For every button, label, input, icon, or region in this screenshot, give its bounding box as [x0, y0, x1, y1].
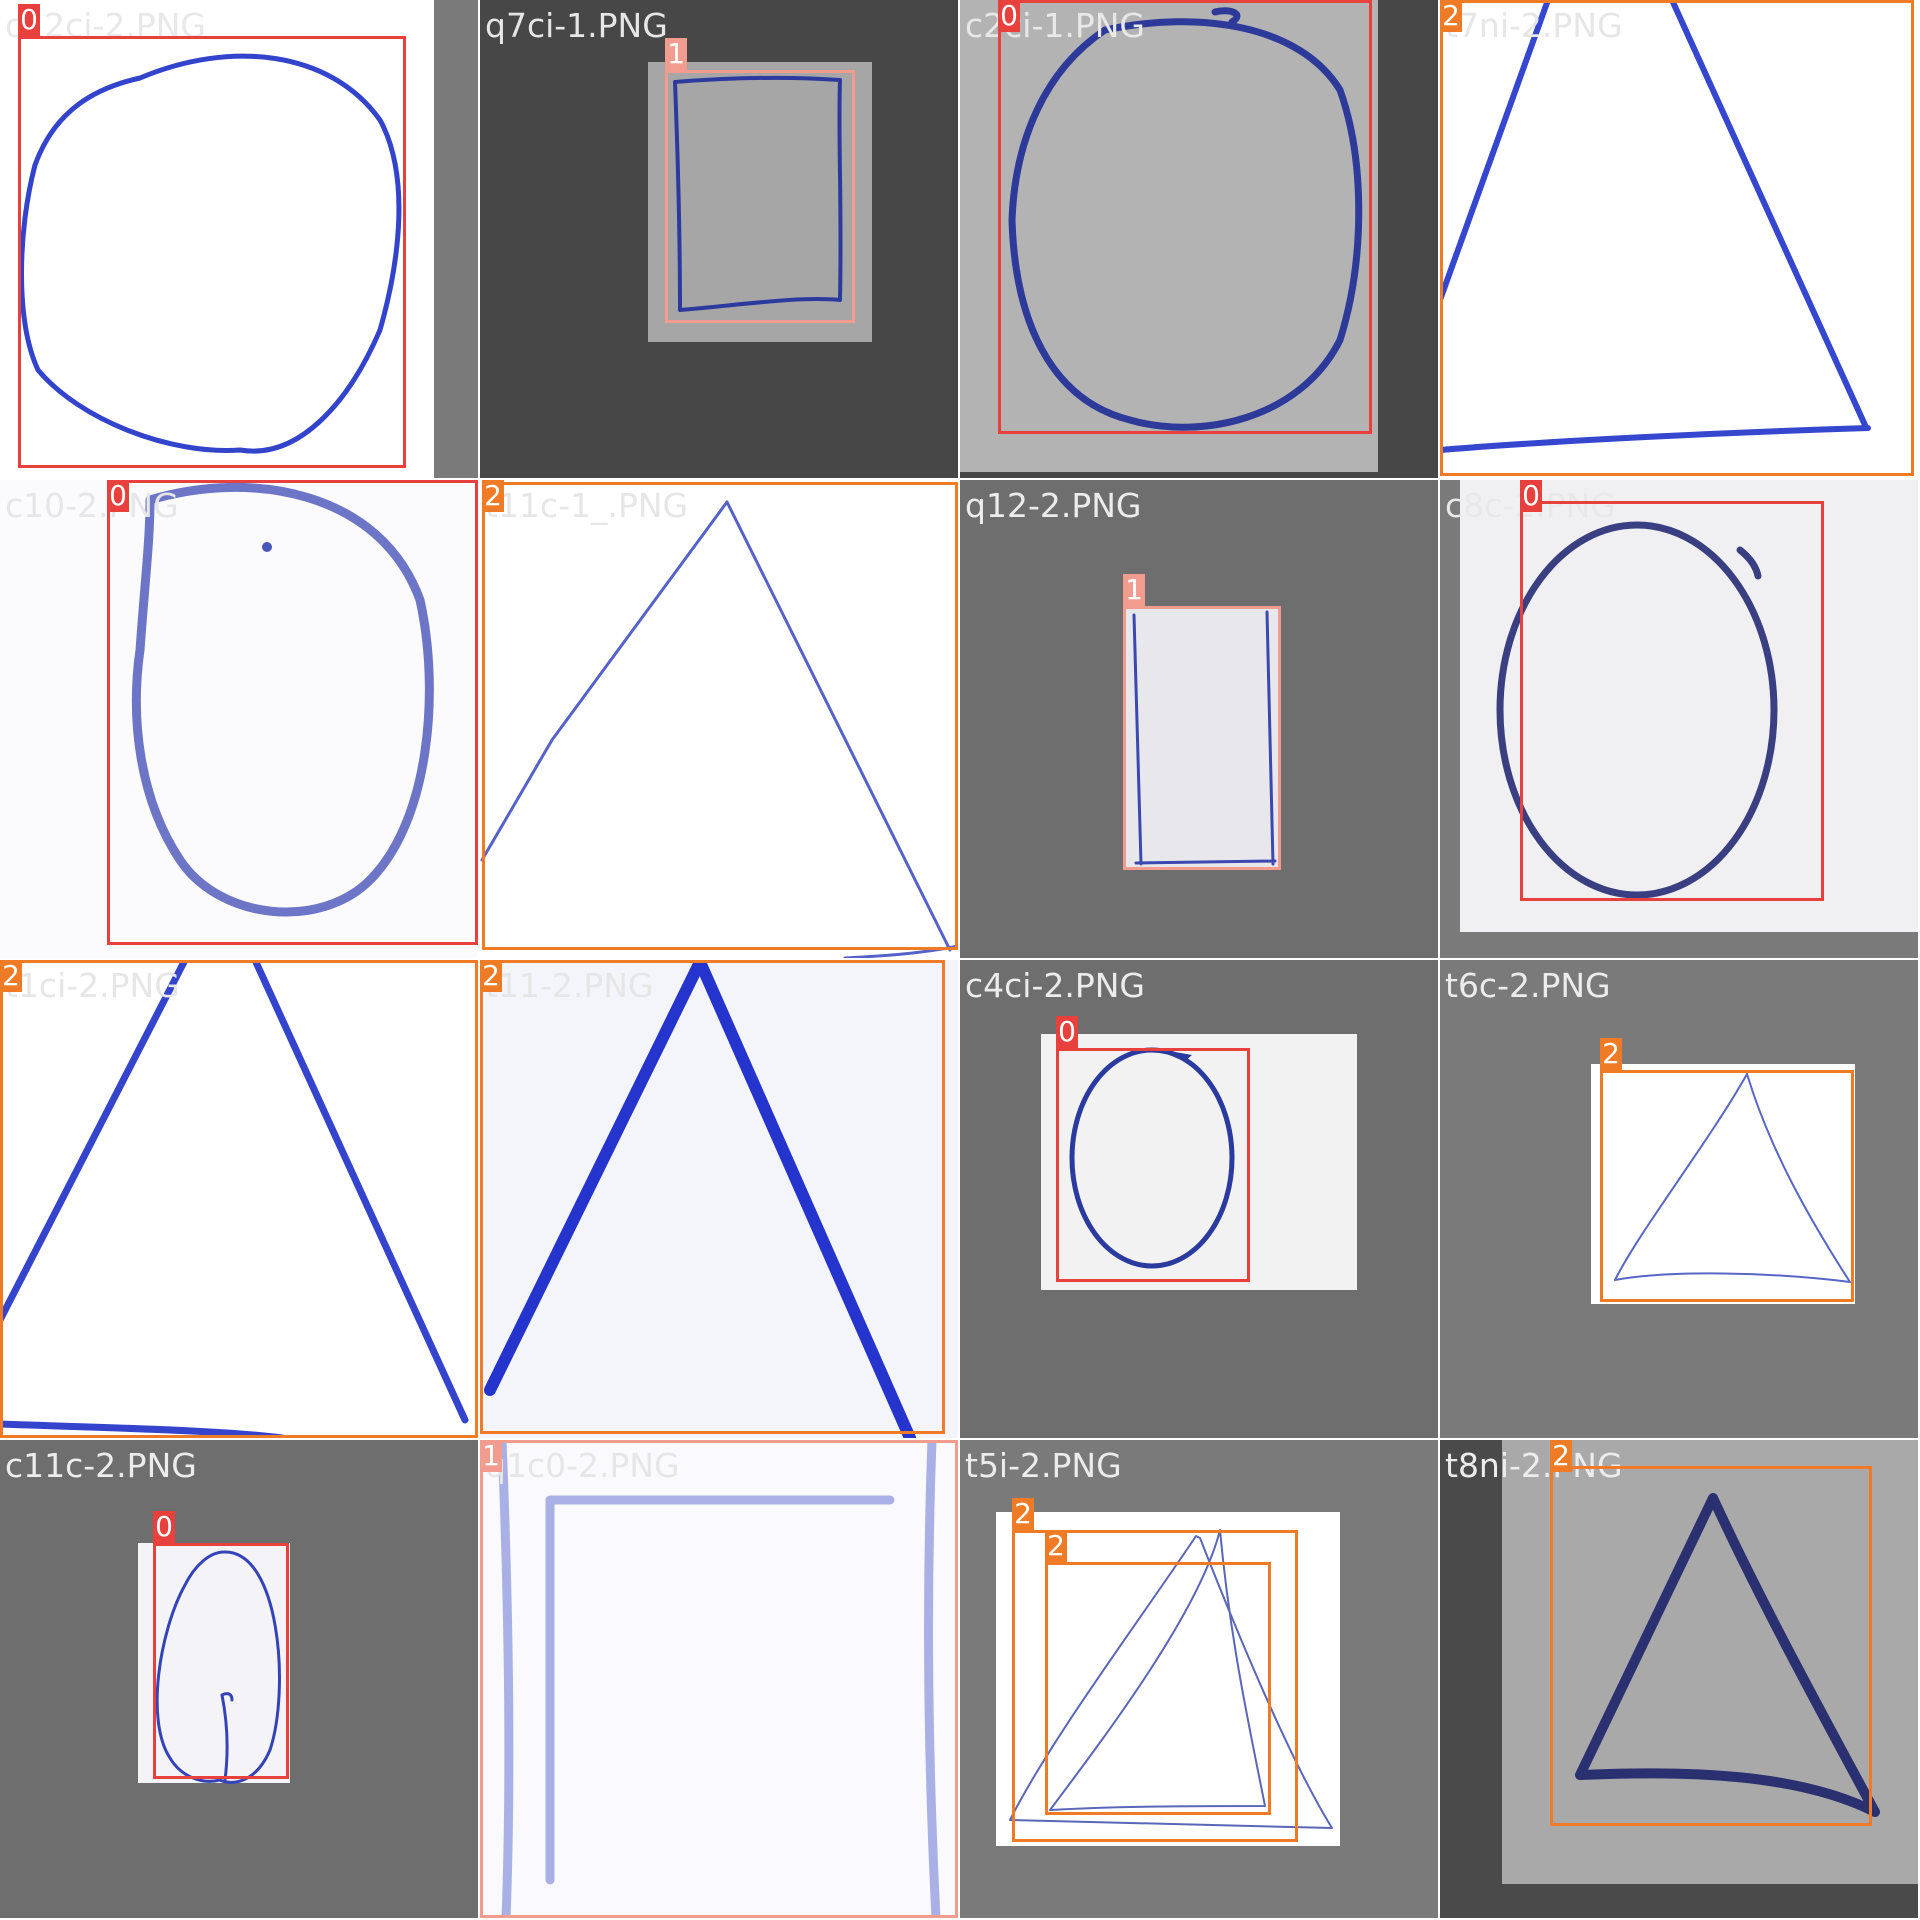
tile-filename: q7ci-1.PNG [485, 6, 668, 45]
detection-box [1056, 1048, 1250, 1282]
detection-class-label: 2 [1440, 0, 1462, 32]
detection-box [1045, 1562, 1271, 1815]
detection-class-label: 0 [998, 0, 1020, 32]
detection-class-label: 0 [107, 480, 129, 512]
detection-box [107, 480, 478, 945]
tile-filename: q12-2.PNG [965, 486, 1142, 525]
mosaic-tile: q7ci-1.PNG 1 [480, 0, 958, 478]
detection-box [482, 482, 958, 950]
mosaic-tile: c11c-2.PNG 0 [0, 1440, 478, 1918]
detection-box [480, 960, 945, 1434]
detection-class-label: 0 [1056, 1016, 1078, 1048]
mosaic-tile: t5i-2.PNG 2 2 [960, 1440, 1438, 1918]
detection-box [1123, 606, 1281, 870]
detection-class-label: 1 [1123, 574, 1145, 606]
detection-class-label: 2 [1550, 1440, 1572, 1472]
detection-box [665, 70, 855, 323]
detection-class-label: 2 [0, 960, 22, 992]
detection-class-label: 0 [1520, 480, 1542, 512]
detection-class-label: 2 [1045, 1530, 1067, 1562]
detection-class-label: 1 [665, 38, 687, 70]
tile-filename: t6c-2.PNG [1445, 966, 1611, 1005]
detection-class-label: 2 [480, 960, 502, 992]
mosaic-tile: t1ci-2.PNG 2 [0, 960, 478, 1438]
detection-box [153, 1543, 289, 1779]
mosaic-tile: c10-2.PNG 0 [0, 480, 478, 958]
mosaic-tile: c12ci-2.PNG 0 [0, 0, 478, 478]
mosaic-tile: q1c0-2.PNG 1 [480, 1440, 958, 1918]
detection-class-label: 2 [1012, 1498, 1034, 1530]
mosaic-tile: c2ci-1.PNG 0 [960, 0, 1438, 478]
mosaic-tile: c4ci-2.PNG 0 [960, 960, 1438, 1438]
detection-class-label: 0 [153, 1511, 175, 1543]
detection-box [0, 960, 478, 1438]
detection-box [998, 0, 1372, 434]
detection-box [1550, 1466, 1872, 1826]
detection-box [1440, 0, 1914, 476]
mosaic-tile: c8c-2.PNG0 [1440, 480, 1918, 958]
detection-class-label: 0 [18, 4, 40, 36]
detection-class-label: 1 [480, 1440, 502, 1472]
mosaic-tile: t11c-1_.PNG 2 [480, 480, 958, 958]
tile-filename: c4ci-2.PNG [965, 966, 1146, 1005]
detection-class-label: 2 [482, 480, 504, 512]
mosaic-tile: t8ni-2.PNG 2 [1440, 1440, 1918, 1918]
mosaic-tile: t7ni-2.PNG 2 [1440, 0, 1918, 478]
tile-filename: t5i-2.PNG [965, 1446, 1122, 1485]
detection-box [1600, 1070, 1854, 1302]
detection-box [18, 36, 406, 468]
detection-class-label: 2 [1600, 1038, 1622, 1070]
image-mosaic: c12ci-2.PNG 0 q7ci-1.PNG 1 c2ci-1.PNG 0 t7ni-2… [0, 0, 1920, 1920]
mosaic-tile: t11-2.PNG 2 [480, 960, 958, 1438]
tile-filename: c11c-2.PNG [5, 1446, 197, 1485]
detection-box [1520, 501, 1824, 901]
mosaic-tile: t6c-2.PNG 2 [1440, 960, 1918, 1438]
mosaic-tile: q12-2.PNG 1 [960, 480, 1438, 958]
detection-box [480, 1440, 958, 1918]
